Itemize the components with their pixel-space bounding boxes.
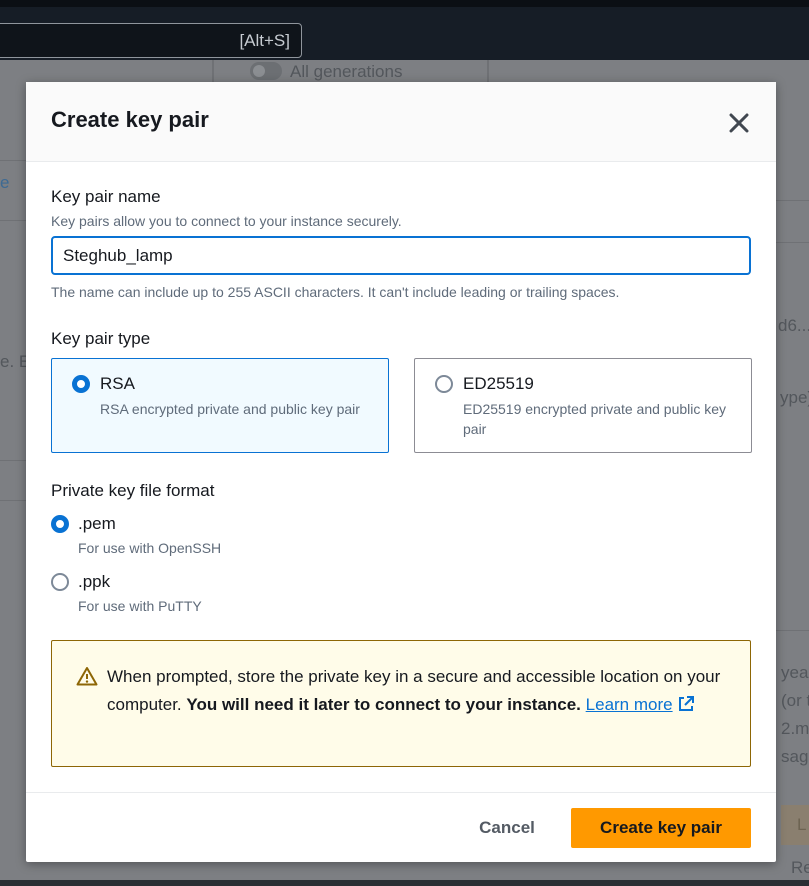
bg-divider [0,460,26,461]
ed25519-description: ED25519 encrypted private and public key… [463,401,727,437]
pem-description: For use with OpenSSH [78,540,222,556]
bg-divider [776,242,809,243]
warning-bold-text: You will need it later to connect to you… [186,695,581,714]
create-key-pair-button[interactable]: Create key pair [571,808,751,848]
search-shortcut-hint: [Alt+S] [239,31,290,50]
warning-alert: When prompted, store the private key in … [51,640,751,767]
close-icon[interactable] [726,110,752,136]
pem-title: .pem [78,514,116,533]
bg-fragment: L [797,815,807,834]
bg-fragment: Re [791,858,809,877]
bg-bottom-bar [0,880,809,886]
key-pair-name-hint: The name can include up to 255 ASCII cha… [51,284,620,300]
bg-toggle-label: All generations [290,62,403,81]
key-type-ed25519-option[interactable]: ED25519 ED25519 encrypted private and pu… [414,358,752,453]
bg-fragment: sage [781,747,809,766]
key-pair-type-label: Key pair type [51,329,151,348]
rsa-title: RSA [100,374,135,393]
key-type-rsa-option[interactable]: RSA RSA encrypted private and public key… [51,358,389,453]
learn-more-link[interactable]: Learn more [586,695,695,714]
external-link-icon [677,694,695,712]
ed25519-radio[interactable] [435,375,453,393]
warning-message: When prompted, store the private key in … [107,663,727,719]
bg-divider [776,630,809,631]
bg-fragment: d6... [778,316,809,335]
modal-header: Create key pair [26,82,776,162]
key-pair-name-label: Key pair name [51,187,161,206]
bg-divider [0,160,26,161]
bg-generations-toggle[interactable] [250,62,282,80]
bg-fragment: ype) [780,388,809,407]
pem-radio[interactable] [51,515,69,533]
file-format-label: Private key file format [51,481,215,500]
bg-fragment: e [0,173,10,192]
rsa-radio[interactable] [72,375,90,393]
bg-divider [0,220,26,221]
bg-divider [776,200,809,201]
bg-button[interactable]: L [781,805,809,845]
rsa-description: RSA encrypted private and public key pai… [100,401,360,417]
key-pair-name-input[interactable] [51,236,751,275]
ed25519-title: ED25519 [463,374,534,393]
format-pem-option[interactable]: .pem For use with OpenSSH [51,514,351,564]
create-key-pair-modal: Create key pair Key pair name Key pairs … [26,82,776,862]
bg-fragment: 2.mi [781,719,809,738]
cancel-button[interactable]: Cancel [464,809,550,847]
top-navigation-bar: [Alt+S] [0,0,809,60]
global-search-input[interactable]: [Alt+S] [0,23,302,58]
bg-fragment: year [781,663,809,682]
learn-more-label: Learn more [585,695,673,714]
modal-title: Create key pair [51,107,209,132]
warning-icon [76,666,98,686]
ppk-radio[interactable] [51,573,69,591]
bg-fragment: (or t [781,691,809,710]
format-ppk-option[interactable]: .ppk For use with PuTTY [51,572,351,622]
key-pair-name-description: Key pairs allow you to connect to your i… [51,213,402,229]
ppk-description: For use with PuTTY [78,598,202,614]
footer-divider [26,792,776,793]
ppk-title: .ppk [78,572,111,591]
bg-divider [0,500,26,501]
